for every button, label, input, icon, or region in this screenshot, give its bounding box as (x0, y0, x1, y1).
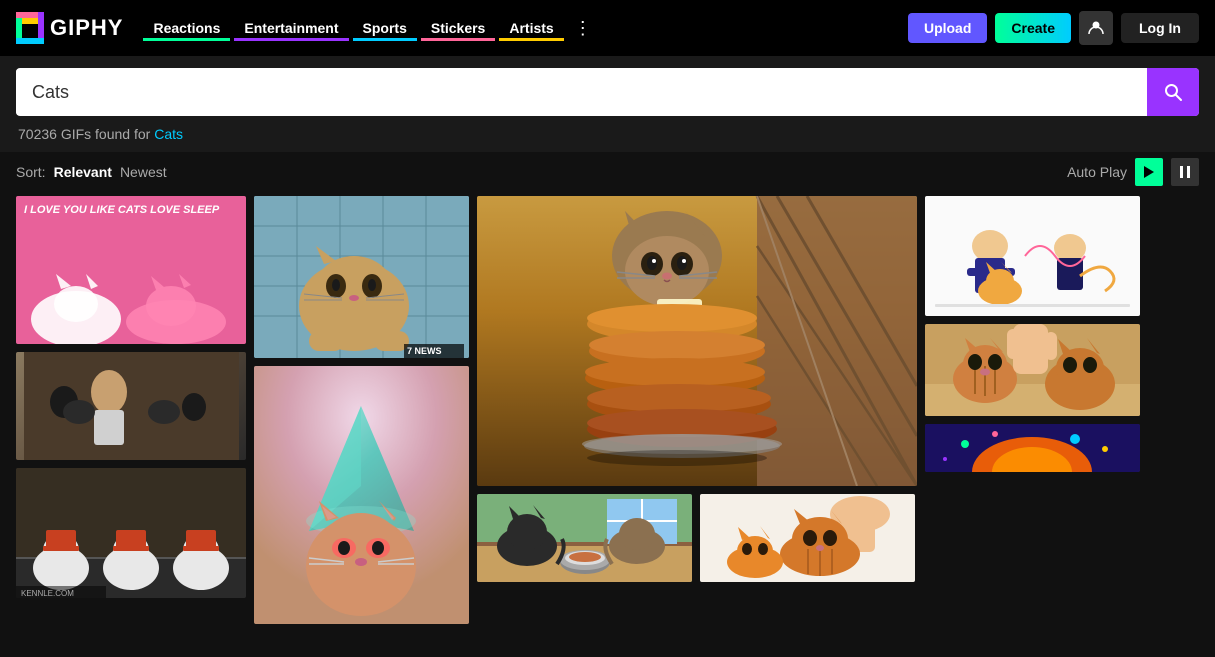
sort-newest[interactable]: Newest (120, 164, 167, 180)
gif-cats-love-sleep[interactable]: I LOVE YOU LIKE CATS LOVE SLEEP (16, 196, 246, 344)
grid-col-4 (925, 196, 1140, 624)
sort-left: Sort: Relevant Newest (16, 164, 167, 180)
user-icon (1088, 20, 1104, 36)
kittens-feeding-svg (925, 324, 1140, 416)
cats-animated-svg (700, 494, 915, 582)
search-bar (16, 68, 1199, 116)
create-button[interactable]: Create (995, 13, 1071, 43)
main-nav: Reactions Entertainment Sports Stickers … (143, 14, 899, 43)
woman-cats-svg (24, 352, 239, 460)
gif-illustration-cats[interactable] (925, 196, 1140, 316)
colorful-cat-svg (925, 424, 1140, 472)
nav-reactions[interactable]: Reactions (143, 16, 230, 41)
svg-text:7 NEWS: 7 NEWS (407, 346, 442, 356)
more-nav-dots[interactable]: ⋮ (568, 14, 598, 43)
play-button[interactable] (1135, 158, 1163, 186)
gif-cats-animated[interactable] (700, 494, 915, 582)
cats-bowl-svg (477, 494, 692, 582)
pause-button[interactable] (1171, 158, 1199, 186)
illustration-cats-svg (925, 196, 1140, 316)
gif-woman-cats[interactable] (16, 352, 246, 460)
pancake-cat-svg (477, 196, 917, 486)
cats-drawing-svg (16, 254, 246, 344)
hat-cats-svg: KENNLE.COM (16, 468, 246, 598)
gif-hat-cats[interactable]: KENNLE.COM (16, 468, 246, 598)
grid-col-3 (477, 196, 917, 624)
sort-label: Sort: (16, 164, 46, 180)
pause-icon (1180, 166, 1190, 178)
grid-col-2: 7 NEWS (254, 196, 469, 624)
search-input[interactable] (16, 70, 1147, 115)
gif-kittens-feeding[interactable] (925, 324, 1140, 416)
gif-wet-cat[interactable]: 7 NEWS (254, 196, 469, 358)
nav-sports[interactable]: Sports (353, 16, 417, 41)
grid-col3-bottom-row (477, 494, 917, 582)
sort-bar: Sort: Relevant Newest Auto Play (0, 152, 1215, 196)
results-count-prefix: 70236 GIFs found for (18, 126, 154, 142)
giphy-logo-icon (16, 12, 44, 44)
upload-button[interactable]: Upload (908, 13, 987, 43)
crystal-cat-svg (254, 366, 469, 624)
header: GIPHY Reactions Entertainment Sports Sti… (0, 0, 1215, 56)
search-section: 70236 GIFs found for Cats (0, 56, 1215, 152)
grid-col-1: I LOVE YOU LIKE CATS LOVE SLEEP (16, 196, 246, 624)
gif-crystal-cat[interactable] (254, 366, 469, 624)
gif-woman-cats-inner (16, 352, 246, 460)
results-term-link[interactable]: Cats (154, 126, 183, 142)
sort-right: Auto Play (1067, 158, 1199, 186)
wet-cat-svg: 7 NEWS (254, 196, 469, 358)
gif-text-overlay: I LOVE YOU LIKE CATS LOVE SLEEP (24, 204, 238, 217)
gif-cats-bowl[interactable] (477, 494, 692, 582)
gif-pancake-cat[interactable] (477, 196, 917, 486)
play-icon (1144, 166, 1154, 178)
header-actions: Upload Create Log In (908, 11, 1199, 45)
results-info: 70236 GIFs found for Cats (16, 116, 1199, 152)
gif-grid: I LOVE YOU LIKE CATS LOVE SLEEP (0, 196, 1215, 640)
svg-text:KENNLE.COM: KENNLE.COM (21, 589, 74, 598)
logo-area[interactable]: GIPHY (16, 12, 123, 44)
nav-artists[interactable]: Artists (499, 16, 563, 41)
login-button[interactable]: Log In (1121, 13, 1199, 43)
autoplay-label: Auto Play (1067, 164, 1127, 180)
gif-colorful-cat[interactable] (925, 424, 1140, 472)
user-icon-button[interactable] (1079, 11, 1113, 45)
search-button[interactable] (1147, 68, 1199, 116)
search-icon (1163, 82, 1183, 102)
nav-stickers[interactable]: Stickers (421, 16, 495, 41)
logo-text: GIPHY (50, 15, 123, 41)
sort-relevant[interactable]: Relevant (54, 164, 112, 180)
nav-entertainment[interactable]: Entertainment (234, 16, 348, 41)
